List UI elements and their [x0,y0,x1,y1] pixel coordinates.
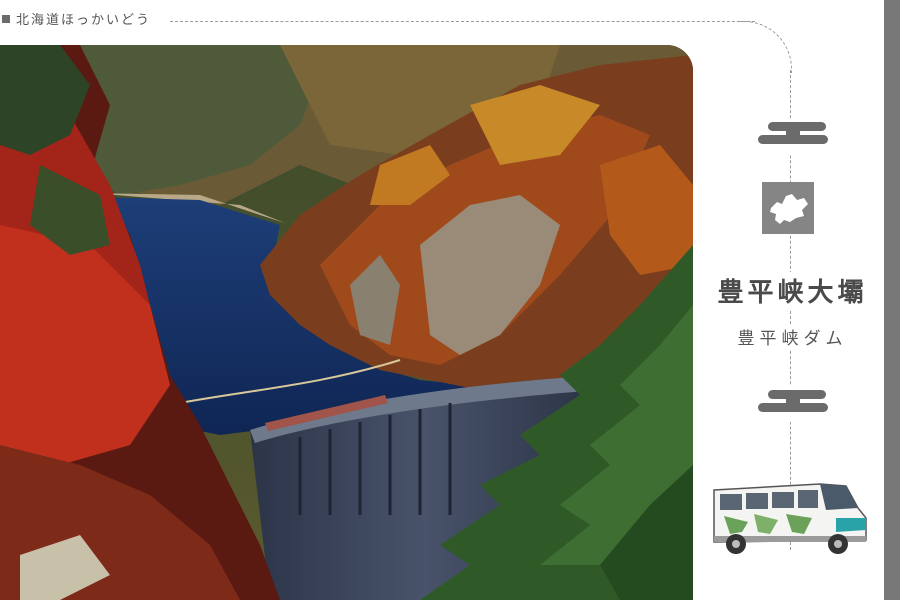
bus-illustration [708,478,873,562]
header-label: 北海道ほっかいどう [16,13,152,28]
cloud-ornament-icon [752,118,832,154]
header-square-icon [2,15,10,23]
right-accent-bar [884,0,900,600]
dam-photo [0,45,693,600]
page-title: 豊平峡大壩 [700,272,885,309]
page-subtitle: 豊平峡ダム [700,324,885,349]
hokkaido-map-icon [762,182,814,234]
dashed-divider [170,21,755,22]
header: 北海道ほっかいどう [0,0,900,73]
dashed-divider-corner [740,21,792,73]
cloud-ornament-icon [752,386,832,422]
